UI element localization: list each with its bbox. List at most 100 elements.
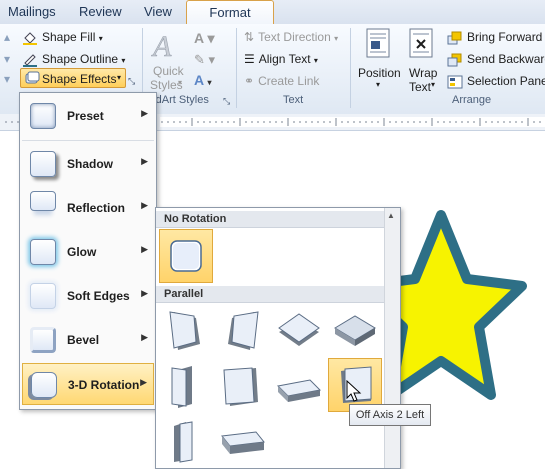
pen-icon bbox=[23, 54, 37, 67]
menu-item-label: 3-D Rotation bbox=[68, 378, 140, 392]
wordart-a-icon: A bbox=[151, 30, 173, 64]
chevron-right-icon: ▶ bbox=[140, 377, 147, 387]
selection-pane-label: Selection Pane bbox=[467, 74, 545, 88]
rotation-option-parallel[interactable] bbox=[218, 362, 268, 412]
reflection-icon bbox=[30, 191, 56, 211]
isometric-tile-icon bbox=[223, 367, 258, 406]
shape-effects-menu: Preset ▶ Shadow ▶ Reflection ▶ Glow ▶ So… bbox=[19, 92, 157, 410]
shadow-icon bbox=[30, 151, 56, 177]
send-backward-label: Send Backward bbox=[467, 52, 545, 66]
rotation-option-parallel[interactable] bbox=[218, 416, 268, 466]
text-effects-icon[interactable]: A ▾ bbox=[194, 72, 212, 88]
position-label: Position bbox=[358, 66, 401, 80]
create-link-label: Create Link bbox=[258, 74, 320, 88]
wrap-text-label-2: Text bbox=[409, 80, 432, 94]
menu-item-3d-rotation[interactable]: 3-D Rotation ▶ bbox=[22, 363, 154, 405]
wordart-styles-group-label: rdArt Styles bbox=[152, 94, 209, 106]
menu-item-reflection[interactable]: Reflection ▶ bbox=[22, 187, 154, 229]
chevron-down-icon: ▾ bbox=[431, 80, 436, 89]
3d-rotation-icon bbox=[31, 372, 57, 398]
wrap-text-button[interactable]: Wrap Text ▾ bbox=[405, 28, 443, 94]
chevron-down-icon: ▾ bbox=[376, 80, 381, 89]
text-fill-icon[interactable]: A ▾ bbox=[194, 30, 215, 47]
shape-outline-button[interactable]: Shape Outline ▾ bbox=[22, 52, 125, 67]
menu-item-label: Glow bbox=[67, 245, 97, 259]
isometric-tile-icon bbox=[221, 431, 265, 454]
menu-item-label: Reflection bbox=[67, 201, 126, 215]
menu-item-soft-edges[interactable]: Soft Edges ▶ bbox=[22, 275, 154, 317]
paint-bucket-icon bbox=[23, 32, 37, 45]
selection-pane-button[interactable]: Selection Pane bbox=[447, 74, 545, 89]
bevel-icon bbox=[30, 327, 56, 353]
align-text-label: Align Text bbox=[258, 52, 311, 66]
menu-item-bevel[interactable]: Bevel ▶ bbox=[22, 319, 154, 361]
preset-icon bbox=[30, 103, 56, 129]
dialog-launcher-icon[interactable]: ⤡ bbox=[223, 96, 230, 107]
chevron-right-icon: ▶ bbox=[141, 156, 148, 166]
text-direction-button[interactable]: ⇅ Text Direction ▾ bbox=[244, 30, 338, 44]
shape-fill-label: Shape Fill bbox=[42, 30, 96, 44]
ribbon-separator bbox=[236, 28, 237, 108]
dialog-launcher-icon[interactable]: ⤡ bbox=[128, 76, 135, 87]
no-rotation-icon bbox=[170, 240, 202, 272]
menu-item-label: Shadow bbox=[67, 157, 114, 171]
svg-text:A: A bbox=[151, 30, 172, 62]
rotation-option-parallel[interactable] bbox=[160, 362, 210, 412]
text-group-label: Text bbox=[283, 94, 304, 106]
align-text-icon: ☰ bbox=[244, 52, 255, 66]
isometric-tile-icon bbox=[276, 379, 322, 402]
mouse-cursor-icon bbox=[346, 380, 362, 402]
chevron-right-icon: ▶ bbox=[141, 332, 148, 342]
wrap-text-icon bbox=[409, 28, 433, 58]
menu-item-label: Bevel bbox=[67, 333, 100, 347]
isometric-tile-icon bbox=[228, 311, 259, 350]
shape-effects-icon bbox=[25, 71, 40, 84]
rotation-option-parallel[interactable] bbox=[160, 306, 210, 356]
bring-forward-button[interactable]: Bring Forward bbox=[447, 30, 542, 45]
menu-item-glow[interactable]: Glow ▶ bbox=[22, 231, 154, 273]
text-outline-icon[interactable]: ✎ ▾ bbox=[194, 52, 215, 68]
rotation-option-no-rotation[interactable] bbox=[159, 229, 213, 283]
link-icon: ⚭ bbox=[244, 74, 255, 88]
more-styles-icon[interactable]: ▾ bbox=[4, 72, 10, 86]
create-link-button[interactable]: ⚭ Create Link bbox=[244, 74, 319, 88]
rotation-option-parallel[interactable] bbox=[160, 416, 210, 466]
isometric-tile-icon bbox=[171, 366, 192, 408]
gallery-scrollbar[interactable]: ▲ bbox=[384, 208, 400, 468]
gallery-section-header: No Rotation bbox=[156, 211, 386, 228]
shape-effects-button[interactable]: Shape Effects ▾ bbox=[20, 68, 126, 88]
quick-styles-button[interactable]: A bbox=[150, 28, 184, 65]
tab-format[interactable]: Format bbox=[186, 0, 274, 24]
tooltip: Off Axis 2 Left bbox=[349, 404, 431, 426]
menu-item-preset[interactable]: Preset ▶ bbox=[22, 95, 154, 137]
menu-item-label: Soft Edges bbox=[67, 289, 130, 303]
scroll-down-icon[interactable]: ▾ bbox=[4, 52, 10, 66]
rotation-option-parallel[interactable] bbox=[274, 306, 324, 356]
scroll-up-icon[interactable]: ▴ bbox=[4, 30, 10, 44]
position-button[interactable]: Position ▾ bbox=[358, 28, 401, 90]
chevron-down-icon: ▾ bbox=[117, 73, 122, 82]
isometric-tile-icon bbox=[334, 315, 376, 346]
menu-item-shadow[interactable]: Shadow ▶ bbox=[22, 143, 154, 185]
glow-icon bbox=[30, 239, 56, 265]
bring-forward-icon bbox=[447, 31, 462, 45]
chevron-right-icon: ▶ bbox=[141, 200, 148, 210]
isometric-tile-icon bbox=[174, 421, 193, 463]
shape-fill-button[interactable]: Shape Fill ▾ bbox=[22, 30, 103, 45]
rotation-option-parallel[interactable] bbox=[330, 306, 380, 356]
tab-review[interactable]: Review bbox=[79, 4, 122, 19]
ribbon-tab-bar: Mailings Review View Format bbox=[0, 0, 545, 25]
shape-effects-label: Shape Effects bbox=[42, 72, 117, 86]
align-text-button[interactable]: ☰ Align Text ▾ bbox=[244, 52, 318, 66]
wrap-text-label-1: Wrap bbox=[409, 66, 438, 80]
soft-edges-icon bbox=[30, 283, 56, 309]
tab-mailings[interactable]: Mailings bbox=[8, 4, 56, 19]
chevron-right-icon: ▶ bbox=[141, 244, 148, 254]
scroll-up-arrow-icon[interactable]: ▲ bbox=[387, 211, 395, 220]
selection-pane-icon bbox=[447, 75, 463, 89]
rotation-option-parallel[interactable] bbox=[218, 306, 268, 356]
tab-view[interactable]: View bbox=[144, 4, 172, 19]
rotation-option-parallel[interactable] bbox=[274, 362, 324, 412]
send-backward-button[interactable]: Send Backward bbox=[447, 52, 545, 67]
isometric-tile-icon bbox=[278, 313, 320, 346]
